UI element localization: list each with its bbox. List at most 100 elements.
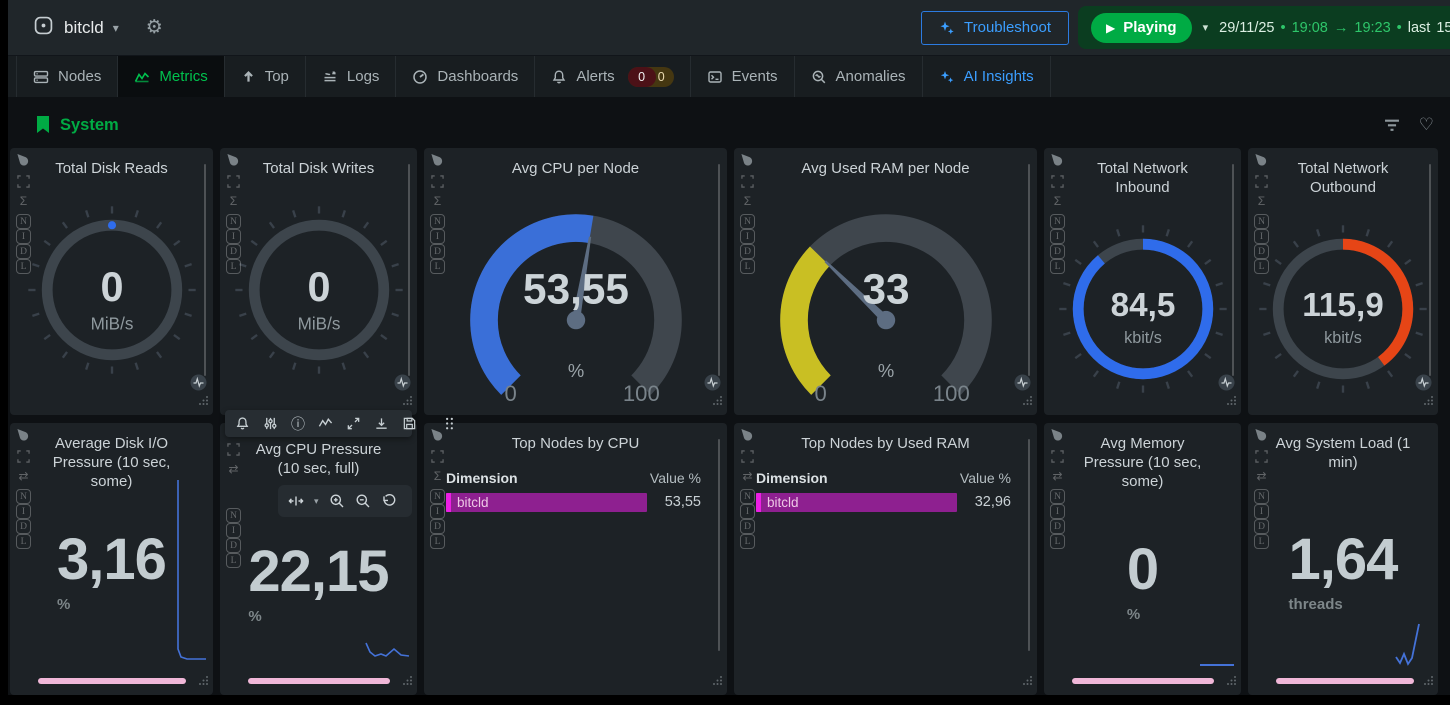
resize-grip[interactable] xyxy=(198,673,209,691)
filter-letter-icon[interactable]: N xyxy=(226,214,241,229)
expand-frame-icon[interactable] xyxy=(1051,450,1064,463)
resize-grip[interactable] xyxy=(1226,673,1237,691)
filter-letter-icon[interactable]: L xyxy=(226,553,241,568)
swap-dimensions-icon[interactable]: ⇄ xyxy=(1256,470,1266,482)
nidl-filters[interactable]: NIDL xyxy=(16,489,31,549)
swap-dimensions-icon[interactable]: ⇄ xyxy=(1052,470,1062,482)
chart-scrollbar[interactable] xyxy=(718,439,720,651)
pan-icon[interactable] xyxy=(288,493,304,509)
nidl-filters[interactable]: NIDL xyxy=(226,214,241,274)
tab-metrics[interactable]: Metrics xyxy=(118,56,224,97)
filter-letter-icon[interactable]: D xyxy=(740,519,755,534)
nidl-filters[interactable]: NIDL xyxy=(1050,214,1065,274)
chart-scrollbar[interactable] xyxy=(1429,164,1431,376)
nidl-filters[interactable]: NIDL xyxy=(1254,214,1269,274)
filter-letter-icon[interactable]: D xyxy=(1254,519,1269,534)
filter-letter-icon[interactable]: L xyxy=(740,259,755,274)
filter-letter-icon[interactable]: D xyxy=(1254,244,1269,259)
expand-frame-icon[interactable] xyxy=(227,443,240,456)
expand-frame-icon[interactable] xyxy=(741,450,754,463)
filter-letter-icon[interactable]: L xyxy=(430,259,445,274)
aggregate-sigma-icon[interactable]: Σ xyxy=(1054,195,1061,207)
swap-dimensions-icon[interactable]: ⇄ xyxy=(18,470,28,482)
filter-letter-icon[interactable]: N xyxy=(1050,489,1065,504)
filter-letter-icon[interactable]: D xyxy=(430,519,445,534)
download-icon[interactable] xyxy=(374,416,389,431)
chart-scrollbar[interactable] xyxy=(1028,164,1030,376)
filter-letter-icon[interactable]: D xyxy=(1050,244,1065,259)
filter-letter-icon[interactable]: L xyxy=(430,534,445,549)
chart-card-memory-pressure[interactable]: ⇄ NIDL Avg Memory Pressure (10 sec, some… xyxy=(1044,423,1241,695)
ring-gauge[interactable]: 0 MiB/s xyxy=(22,200,202,380)
filter-letter-icon[interactable]: N xyxy=(1254,489,1269,504)
resize-grip[interactable] xyxy=(712,393,723,411)
chart-card-avg-cpu[interactable]: Σ NIDL Avg CPU per Node 53,55 % 0 xyxy=(424,148,727,415)
tab-events[interactable]: Events xyxy=(691,56,795,97)
nidl-filters[interactable]: NIDL xyxy=(1050,489,1065,549)
troubleshoot-button[interactable]: Troubleshoot xyxy=(921,11,1069,45)
chart-card-cpu-pressure[interactable]: ⓘ ⇄ NIDL Avg CPU Pressure (10 sec, full) xyxy=(220,423,417,695)
chart-card-total-disk-reads[interactable]: Σ NIDL Total Disk Reads 0 MiB/s xyxy=(10,148,213,415)
playing-button[interactable]: ▶ Playing xyxy=(1091,13,1192,43)
chart-card-top-nodes-cpu[interactable]: Σ NIDL Top Nodes by CPU Dimension Value … xyxy=(424,423,727,695)
ring-gauge[interactable]: 115,9 kbit/s xyxy=(1253,219,1433,399)
chart-scrollbar[interactable] xyxy=(408,164,410,376)
tab-alerts[interactable]: Alerts 0 0 xyxy=(535,56,690,97)
chart-scrollbar[interactable] xyxy=(1028,439,1030,651)
room-icon[interactable] xyxy=(34,16,53,40)
aggregate-sigma-icon[interactable]: Σ xyxy=(744,195,751,207)
picker-caret-icon[interactable]: ▾ xyxy=(1203,21,1209,34)
resize-grip[interactable] xyxy=(1022,393,1033,411)
resize-grip[interactable] xyxy=(1423,673,1434,691)
filter-letter-icon[interactable]: N xyxy=(430,489,445,504)
chart-scrollbar[interactable] xyxy=(1232,164,1234,376)
filter-letter-icon[interactable]: D xyxy=(226,244,241,259)
filter-letter-icon[interactable]: I xyxy=(226,229,241,244)
chart-card-total-disk-writes[interactable]: Σ NIDL Total Disk Writes 0 MiB/s xyxy=(220,148,417,415)
chart-card-top-nodes-ram[interactable]: ⇄ NIDL Top Nodes by Used RAM Dimension V… xyxy=(734,423,1037,695)
filter-letter-icon[interactable]: D xyxy=(16,519,31,534)
filter-letter-icon[interactable]: L xyxy=(1050,259,1065,274)
zoom-in-icon[interactable] xyxy=(329,493,345,509)
nidl-filters[interactable]: NIDL xyxy=(16,214,31,274)
room-name[interactable]: bitcld xyxy=(64,18,104,38)
filter-letter-icon[interactable]: N xyxy=(1050,214,1065,229)
filter-letter-icon[interactable]: L xyxy=(1254,259,1269,274)
resize-grip[interactable] xyxy=(402,393,413,411)
aggregate-sigma-icon[interactable]: Σ xyxy=(230,195,237,207)
filter-letter-icon[interactable]: N xyxy=(226,508,241,523)
tab-anomalies[interactable]: Anomalies xyxy=(795,56,923,97)
info-icon[interactable]: ⓘ xyxy=(291,414,305,434)
expand-frame-icon[interactable] xyxy=(17,450,30,463)
time-range[interactable]: 29/11/25 • 19:08 → 19:23 • last 15 xyxy=(1219,20,1450,36)
reset-zoom-icon[interactable] xyxy=(381,493,397,509)
filter-funnel-icon[interactable] xyxy=(1383,118,1401,133)
filter-letter-icon[interactable]: N xyxy=(740,489,755,504)
chart-card-disk-io-pressure[interactable]: ⇄ NIDL Average Disk I/O Pressure (10 sec… xyxy=(10,423,213,695)
resize-grip[interactable] xyxy=(198,393,209,411)
aggregate-sigma-icon[interactable]: Σ xyxy=(20,195,27,207)
nidl-filters[interactable]: NIDL xyxy=(740,489,755,549)
expand-frame-icon[interactable] xyxy=(1255,175,1268,188)
zoom-out-icon[interactable] xyxy=(355,493,371,509)
chart-scrollbar[interactable] xyxy=(718,164,720,376)
resize-grip[interactable] xyxy=(712,673,723,691)
drag-handle-icon[interactable] xyxy=(443,416,455,431)
nidl-filters[interactable]: NIDL xyxy=(430,489,445,549)
table-row[interactable]: bitcld 32,96 xyxy=(756,493,1011,512)
filter-sliders-icon[interactable] xyxy=(263,416,278,431)
filter-letter-icon[interactable]: D xyxy=(430,244,445,259)
expand-frame-icon[interactable] xyxy=(227,175,240,188)
gear-icon[interactable]: ⚙ xyxy=(146,16,163,39)
chart-card-avg-ram[interactable]: Σ NIDL Avg Used RAM per Node 33 % 0 xyxy=(734,148,1037,415)
filter-letter-icon[interactable]: N xyxy=(740,214,755,229)
nidl-filters[interactable]: NIDL xyxy=(430,214,445,274)
filter-letter-icon[interactable]: I xyxy=(1254,229,1269,244)
resize-grip[interactable] xyxy=(1423,393,1434,411)
resize-grip[interactable] xyxy=(1022,673,1033,691)
filter-letter-icon[interactable]: L xyxy=(16,534,31,549)
resize-grip[interactable] xyxy=(1226,393,1237,411)
alerts-bell-icon[interactable] xyxy=(235,416,250,431)
filter-letter-icon[interactable]: I xyxy=(740,504,755,519)
filter-letter-icon[interactable]: I xyxy=(226,523,241,538)
